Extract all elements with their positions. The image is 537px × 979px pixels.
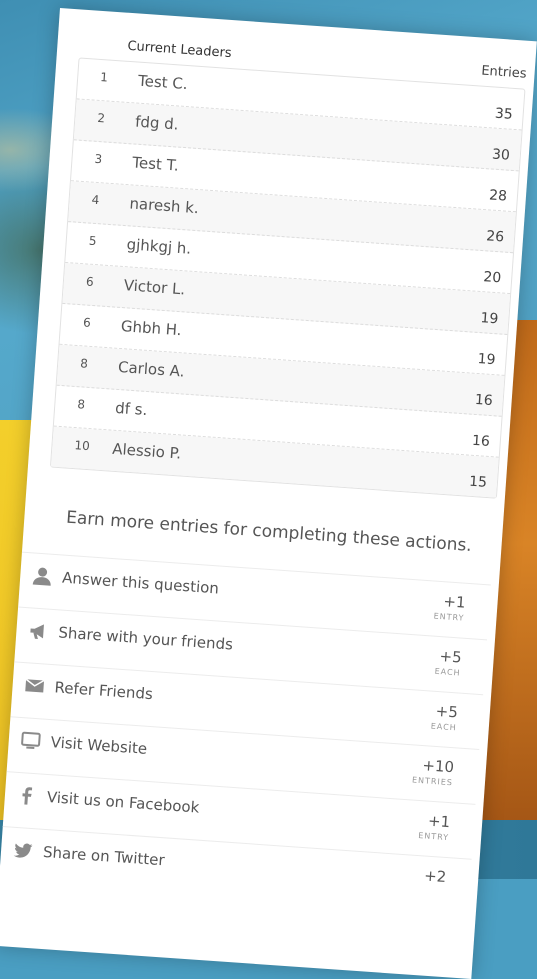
contest-widget-card: Current Leaders Entries 1 Test C. 35 2 f… <box>0 8 537 979</box>
rank: 6 <box>85 274 95 289</box>
leader-name: Test C. <box>137 71 189 94</box>
action-points: +1 ENTRY <box>418 811 451 842</box>
entries-count: 30 <box>491 146 511 164</box>
leader-name: Test T. <box>131 153 180 175</box>
points-unit: ENTRY <box>417 831 450 843</box>
points-unit: EACH <box>434 666 461 678</box>
entry-actions-list: Answer this question +1 ENTRY Share with… <box>0 551 491 914</box>
user-icon <box>32 565 55 588</box>
facebook-icon <box>16 785 39 808</box>
points-unit: ENTRY <box>433 611 465 623</box>
leader-name: Carlos A. <box>117 357 186 381</box>
action-label: Share with your friends <box>57 623 234 654</box>
points-value: +1 <box>442 592 467 612</box>
points-value: +2 <box>423 866 447 887</box>
entries-count: 26 <box>485 228 505 246</box>
rank: 10 <box>74 438 91 454</box>
points-unit <box>423 886 445 888</box>
entries-count: 16 <box>474 391 494 410</box>
entries-count: 19 <box>480 310 499 328</box>
action-label: Share on Twitter <box>42 842 166 870</box>
action-label: Visit us on Facebook <box>46 788 200 817</box>
action-label: Answer this question <box>61 568 220 598</box>
leader-name: Alessio P. <box>111 439 182 463</box>
action-points: +5 EACH <box>430 701 459 733</box>
leaderboard-table: 1 Test C. 35 2 fdg d. 30 3 Test T. 28 4 … <box>49 57 526 499</box>
rank: 1 <box>99 69 109 85</box>
points-value: +5 <box>438 647 463 667</box>
leader-name: Ghbh H. <box>120 317 183 340</box>
entries-count: 16 <box>471 432 491 451</box>
action-label: Visit Website <box>50 733 148 758</box>
rank: 4 <box>91 192 100 208</box>
earn-entries-heading: Earn more entries for completing these a… <box>65 507 473 557</box>
entries-column-header: Entries <box>480 63 528 82</box>
rank: 5 <box>88 233 97 249</box>
megaphone-icon <box>28 620 51 643</box>
entries-count: 20 <box>482 269 502 287</box>
points-unit: EACH <box>430 721 458 733</box>
rank: 8 <box>76 397 86 412</box>
envelope-icon <box>24 675 47 698</box>
entries-count: 15 <box>468 473 488 491</box>
entries-count: 35 <box>494 105 514 123</box>
rank: 3 <box>94 151 103 167</box>
action-points: +10 ENTRIES <box>412 755 455 787</box>
leader-name: Victor L. <box>123 276 186 299</box>
leader-name: gjhkgj h. <box>126 235 192 258</box>
leader-name: df s. <box>114 398 148 420</box>
points-value: +1 <box>427 811 451 832</box>
entries-count: 28 <box>488 187 508 205</box>
leader-name: naresh k. <box>128 194 200 218</box>
monitor-icon <box>20 730 43 753</box>
points-unit: ENTRIES <box>411 775 454 788</box>
action-label: Refer Friends <box>53 678 154 704</box>
rank: 2 <box>96 110 106 126</box>
action-points: +5 EACH <box>434 647 463 678</box>
points-value: +10 <box>421 756 455 777</box>
rank: 6 <box>82 315 92 330</box>
points-value: +5 <box>435 701 459 722</box>
leaderboard-title: Current Leaders <box>126 38 233 62</box>
action-points: +1 ENTRY <box>433 592 467 623</box>
twitter-icon <box>12 840 35 863</box>
action-points: +2 <box>423 866 447 888</box>
entries-count: 19 <box>477 351 497 369</box>
leader-name: fdg d. <box>134 112 180 134</box>
rank: 8 <box>79 356 89 371</box>
